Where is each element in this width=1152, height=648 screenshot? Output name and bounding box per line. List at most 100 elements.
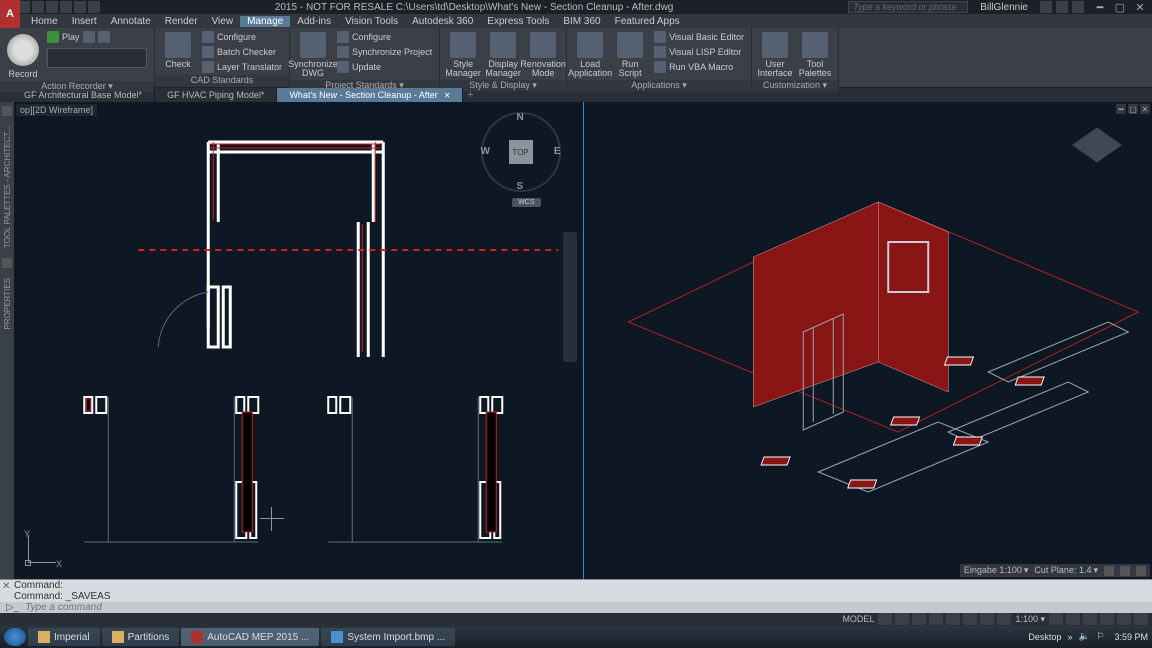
start-button[interactable] xyxy=(4,628,26,646)
infocenter-search[interactable]: Type a keyword or phrase xyxy=(848,1,968,13)
ortho-toggle-icon[interactable] xyxy=(912,613,926,625)
sync-dwg-button[interactable]: Synchronize DWG xyxy=(294,30,332,80)
close-button[interactable]: ✕ xyxy=(1132,1,1148,13)
new-tab-button[interactable]: + xyxy=(463,88,477,102)
tab-view[interactable]: View xyxy=(205,16,241,27)
tab-featuredapps[interactable]: Featured Apps xyxy=(608,16,687,27)
panel-cad-standards[interactable]: CAD Standards xyxy=(155,75,289,87)
tab-visiontools[interactable]: Vision Tools xyxy=(338,16,405,27)
workspace-icon[interactable] xyxy=(1049,613,1063,625)
tab-manage[interactable]: Manage xyxy=(240,16,290,27)
tab-insert[interactable]: Insert xyxy=(65,16,104,27)
close-icon[interactable]: ✕ xyxy=(444,91,451,100)
configure-proj-button[interactable]: Configure xyxy=(334,30,435,44)
tab-annotate[interactable]: Annotate xyxy=(104,16,158,27)
cui-button[interactable]: User Interface xyxy=(756,30,794,80)
lineweight-toggle-icon[interactable] xyxy=(980,613,994,625)
panel-applications[interactable]: Applications ▾ xyxy=(567,80,751,91)
stayconnected-icon[interactable] xyxy=(1056,1,1068,13)
tab-autodesk360[interactable]: Autodesk 360 xyxy=(405,16,480,27)
info-icon[interactable] xyxy=(1120,566,1130,576)
info-icon[interactable] xyxy=(1104,566,1114,576)
clean-screen-icon[interactable] xyxy=(1117,613,1131,625)
status-bar: MODEL 1:100 ▾ xyxy=(0,612,1152,626)
qat-plot-icon[interactable] xyxy=(60,1,72,13)
viewcube-top-face[interactable]: TOP xyxy=(509,140,533,164)
layer-translator-button[interactable]: Layer Translator xyxy=(199,60,285,74)
otrack-toggle-icon[interactable] xyxy=(963,613,977,625)
signed-in-user[interactable]: BillGlennie xyxy=(968,2,1040,13)
cmd-close-icon[interactable]: ✕ xyxy=(2,581,10,592)
properties-tab[interactable]: PROPERTIES xyxy=(3,270,12,337)
anno-monitor-icon[interactable] xyxy=(1066,613,1080,625)
snap-toggle-icon[interactable] xyxy=(895,613,909,625)
tray-icon[interactable]: 🔈 xyxy=(1078,631,1090,643)
cutplane-field[interactable]: Cut Plane: 1.4▾ xyxy=(1034,565,1098,576)
style-manager-button[interactable]: Style Manager xyxy=(444,30,482,80)
qat-undo-icon[interactable] xyxy=(74,1,86,13)
palette-close-icon[interactable] xyxy=(2,106,12,116)
command-input[interactable] xyxy=(25,602,1152,613)
tab-render[interactable]: Render xyxy=(158,16,205,27)
display-manager-button[interactable]: Display Manager xyxy=(484,30,522,80)
tray-icon[interactable]: ⚐ xyxy=(1096,631,1108,643)
load-app-button[interactable]: Load Application xyxy=(571,30,609,80)
taskbar-item-image[interactable]: System Import.bmp ... xyxy=(321,628,455,646)
manage-icon[interactable] xyxy=(98,31,110,43)
viewport-left[interactable]: op][2D Wireframe] xyxy=(14,102,584,579)
tab-expresstools[interactable]: Express Tools xyxy=(480,16,556,27)
run-vba-button[interactable]: Run VBA Macro xyxy=(651,60,747,74)
qat-save-icon[interactable] xyxy=(32,1,44,13)
tray-desktop-label[interactable]: Desktop xyxy=(1028,632,1061,642)
tray-clock[interactable]: 3:59 PM xyxy=(1114,632,1148,642)
panel-customization[interactable]: Customization ▾ xyxy=(752,80,838,91)
model-layout-toggle[interactable]: MODEL xyxy=(838,613,878,625)
anno-scale[interactable]: 1:100 ▾ xyxy=(1011,613,1049,625)
transparency-toggle-icon[interactable] xyxy=(997,613,1011,625)
pref-icon[interactable] xyxy=(83,31,95,43)
tab-bim360[interactable]: BIM 360 xyxy=(556,16,607,27)
maximize-button[interactable]: ▢ xyxy=(1112,1,1128,13)
qat-redo-icon[interactable] xyxy=(88,1,100,13)
tool-palettes-tab[interactable]: TOOL PALETTES - ARCHITECT... xyxy=(3,118,12,256)
view-cube[interactable]: TOP N S E W xyxy=(481,112,561,192)
minimize-button[interactable]: ━ xyxy=(1092,1,1108,13)
exchange-icon[interactable] xyxy=(1040,1,1052,13)
file-tab-whatsnew[interactable]: What's New - Section Cleanup - After✕ xyxy=(277,88,463,102)
vlisp-editor-button[interactable]: Visual LISP Editor xyxy=(651,45,747,59)
batch-checker-button[interactable]: Batch Checker xyxy=(199,45,285,59)
navigation-bar[interactable] xyxy=(563,232,577,362)
vba-editor-button[interactable]: Visual Basic Editor xyxy=(651,30,747,44)
tab-addins[interactable]: Add-ins xyxy=(290,16,338,27)
configure-cad-button[interactable]: Configure xyxy=(199,30,285,44)
record-button[interactable]: Record xyxy=(4,30,42,81)
viewport-right[interactable]: ━ ▢ ✕ xyxy=(584,102,1152,579)
isolate-icon[interactable] xyxy=(1100,613,1114,625)
file-tab-hvac[interactable]: GF HVAC Piping Model* xyxy=(155,88,277,102)
sync-project-button[interactable]: Synchronize Project xyxy=(334,45,435,59)
grid-toggle-icon[interactable] xyxy=(878,613,892,625)
osnap-toggle-icon[interactable] xyxy=(946,613,960,625)
check-button[interactable]: Check xyxy=(159,30,197,71)
hardware-accel-icon[interactable] xyxy=(1083,613,1097,625)
renovation-mode-button[interactable]: Renovation Mode xyxy=(524,30,562,80)
scale-field[interactable]: Eingabe 1:100▾ xyxy=(964,565,1029,576)
customize-icon[interactable] xyxy=(1134,613,1148,625)
tab-home[interactable]: Home xyxy=(24,16,65,27)
help-icon[interactable] xyxy=(1072,1,1084,13)
update-button[interactable]: Update xyxy=(334,60,435,74)
palette-close-icon[interactable] xyxy=(2,258,12,268)
tool-palettes-button[interactable]: Tool Palettes xyxy=(796,30,834,80)
taskbar-item-partitions[interactable]: Partitions xyxy=(102,628,180,646)
polar-toggle-icon[interactable] xyxy=(929,613,943,625)
taskbar-item-autocad[interactable]: AutoCAD MEP 2015 ... xyxy=(181,628,319,646)
file-tab-arch[interactable]: GF Architectural Base Model* xyxy=(12,88,155,102)
run-script-button[interactable]: Run Script xyxy=(611,30,649,80)
info-icon[interactable] xyxy=(1136,566,1146,576)
app-menu-button[interactable] xyxy=(0,0,20,28)
wcs-badge[interactable]: WCS xyxy=(512,198,540,207)
qat-saveas-icon[interactable] xyxy=(46,1,58,13)
chevron-up-icon[interactable]: » xyxy=(1067,632,1072,642)
play-button[interactable]: Play xyxy=(44,30,150,44)
taskbar-item-imperial[interactable]: Imperial xyxy=(28,628,100,646)
